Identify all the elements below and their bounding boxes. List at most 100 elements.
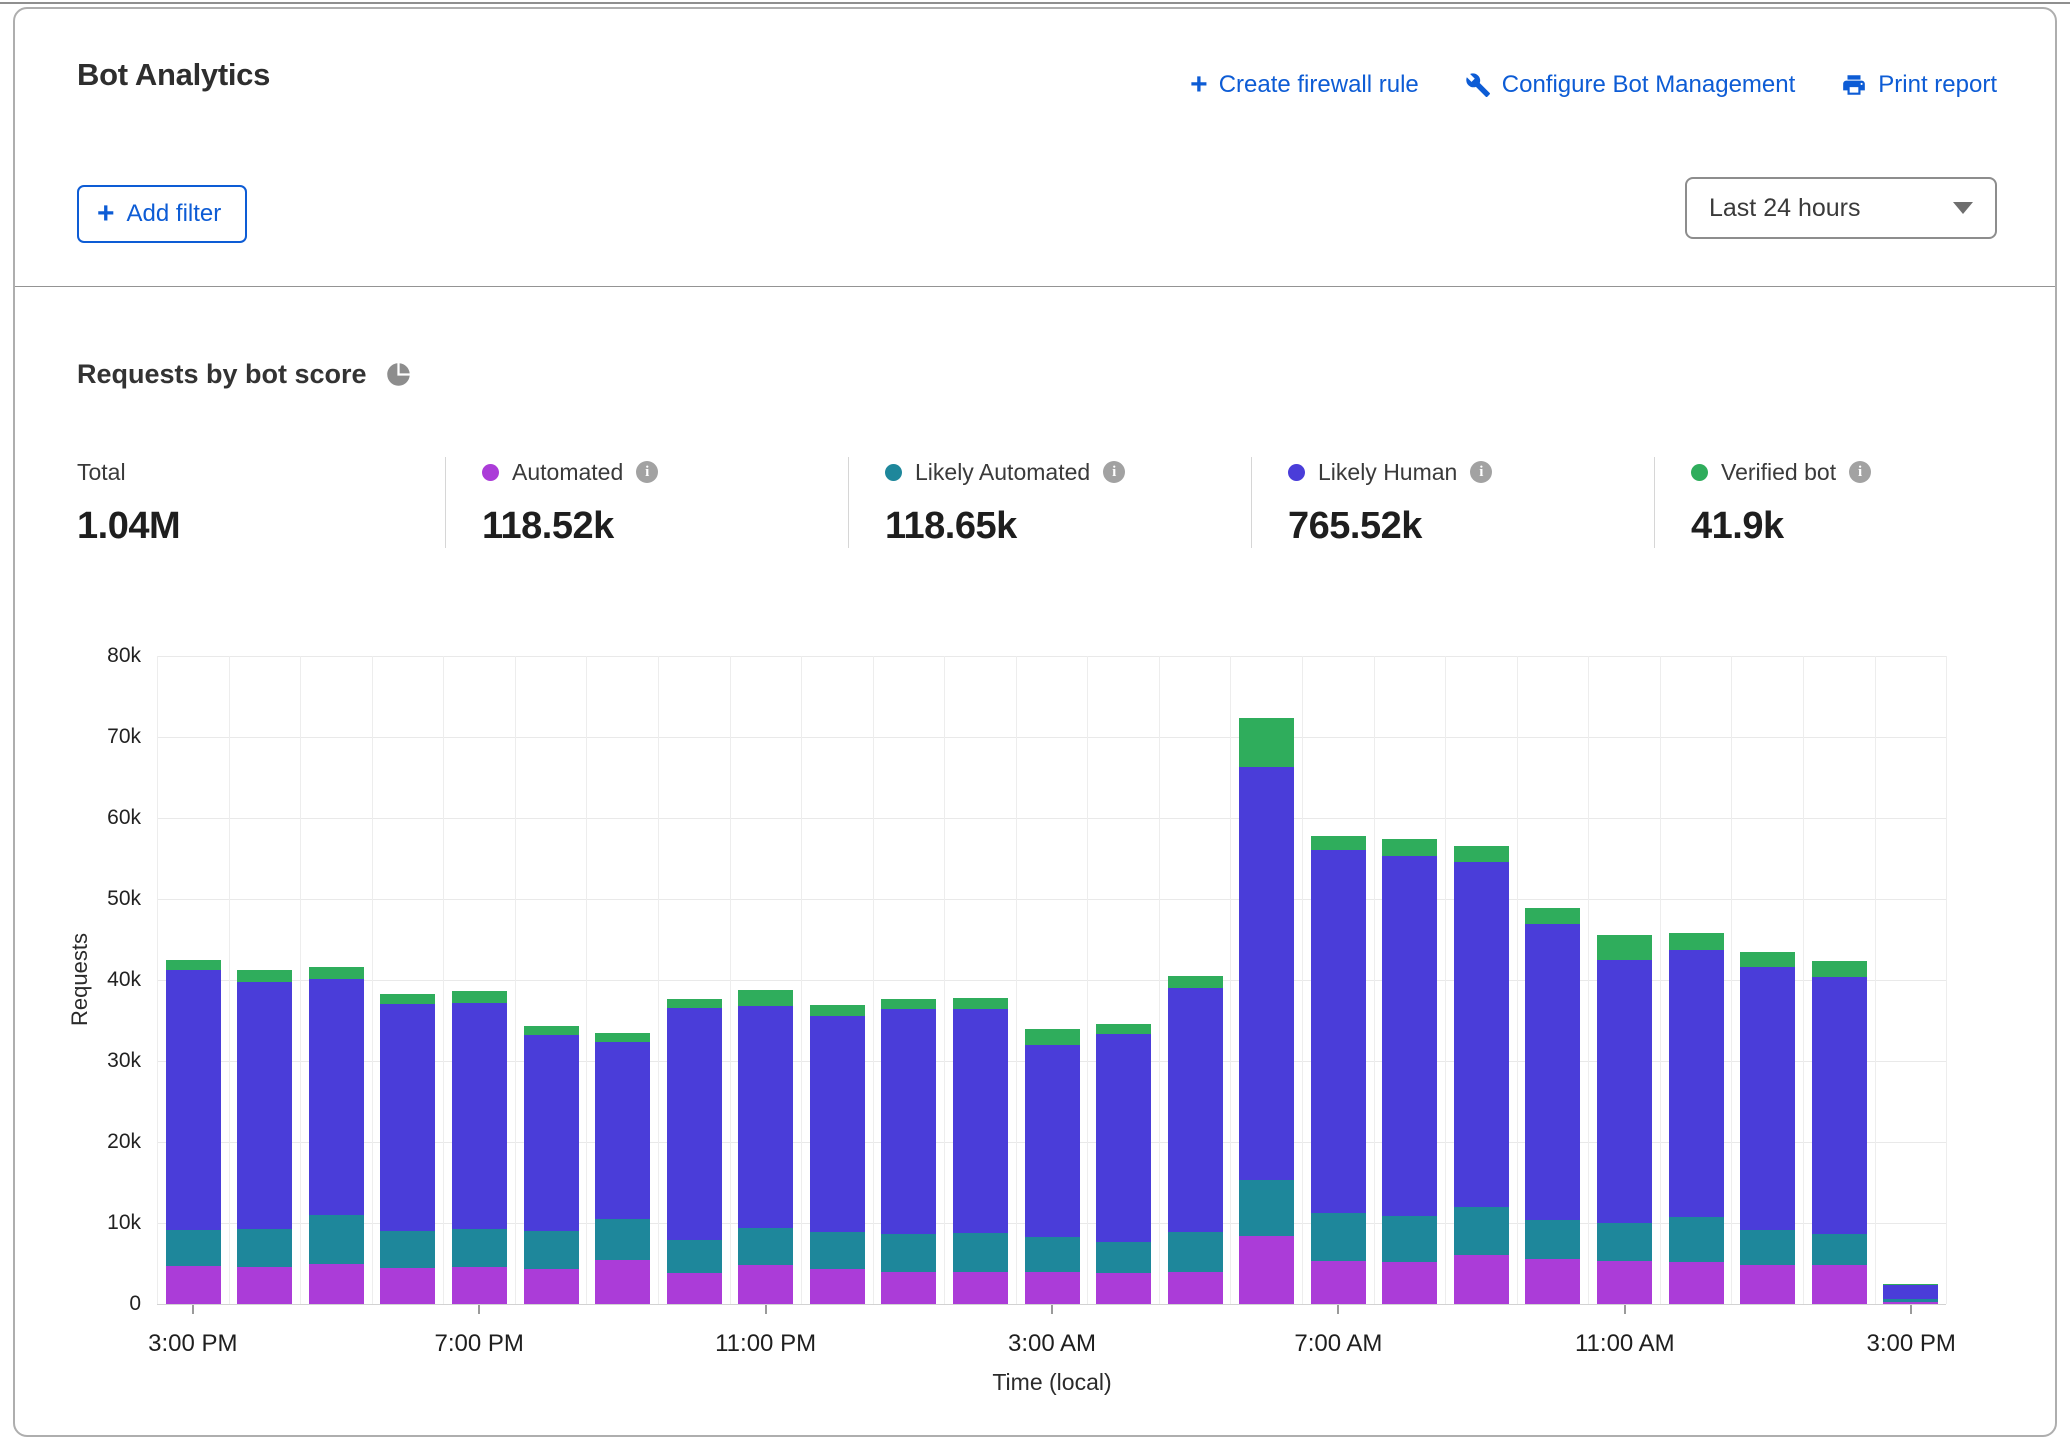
bar-segment-likely-human (1311, 850, 1366, 1213)
bar-segment-likely-human (309, 979, 364, 1215)
stacked-bar[interactable] (595, 1033, 650, 1304)
printer-icon (1841, 72, 1867, 98)
bar-segment-likely-human (1096, 1034, 1151, 1242)
y-tick-label: 20k (107, 1130, 141, 1154)
bar-segment-automated (1096, 1273, 1151, 1304)
bar-segment-likely-human (953, 1009, 1008, 1233)
info-icon[interactable]: i (1470, 461, 1492, 483)
bar-segment-likely-automated (1454, 1207, 1509, 1256)
chart-slot (1517, 656, 1589, 1304)
stacked-bar[interactable] (166, 960, 221, 1304)
stacked-bar[interactable] (1525, 908, 1580, 1304)
bar-segment-likely-human (1454, 862, 1509, 1207)
bar-segment-likely-automated (881, 1234, 936, 1272)
stacked-bar[interactable] (237, 970, 292, 1304)
section-title-row: Requests by bot score (77, 359, 412, 390)
stacked-bar[interactable] (452, 991, 507, 1304)
info-icon[interactable]: i (1103, 461, 1125, 483)
stat-verified-bot: Verified bot i 41.9k (1654, 457, 2057, 548)
bar-segment-automated (309, 1264, 364, 1305)
configure-bot-management-link[interactable]: Configure Bot Management (1465, 71, 1796, 99)
bar-segment-automated (237, 1267, 292, 1304)
stacked-bar[interactable] (667, 999, 722, 1304)
automated-legend-dot (482, 464, 499, 481)
likely-automated-legend-dot (885, 464, 902, 481)
chart-slot (515, 656, 587, 1304)
bar-segment-automated (524, 1269, 579, 1304)
chart-slot (1588, 656, 1660, 1304)
bar-segment-verified-bot (452, 991, 507, 1003)
bar-segment-automated (1525, 1259, 1580, 1304)
chart-slot (157, 656, 229, 1304)
stacked-bar[interactable] (1669, 933, 1724, 1304)
stat-value: 1.04M (77, 505, 445, 548)
add-filter-label: Add filter (127, 200, 222, 228)
stacked-bar[interactable] (1096, 1024, 1151, 1304)
bar-segment-automated (1311, 1261, 1366, 1304)
stacked-bar[interactable] (1812, 961, 1867, 1304)
stacked-bar[interactable] (1740, 952, 1795, 1304)
chart-slot (586, 656, 658, 1304)
stat-likely-automated: Likely Automated i 118.65k (848, 457, 1251, 548)
bar-segment-automated (667, 1273, 722, 1304)
x-tick-mark (765, 1305, 767, 1314)
stacked-bar[interactable] (810, 1005, 865, 1304)
x-tick-mark (1624, 1305, 1626, 1314)
header-actions: + Create firewall rule Configure Bot Man… (1190, 71, 1997, 99)
bar-segment-verified-bot (237, 970, 292, 981)
bar-segment-verified-bot (738, 990, 793, 1006)
bar-segment-likely-human (452, 1003, 507, 1229)
bar-segment-automated (881, 1272, 936, 1304)
bar-segment-likely-human (380, 1004, 435, 1231)
bar-segment-likely-human (1025, 1045, 1080, 1237)
y-tick-label: 40k (107, 968, 141, 992)
bar-segment-likely-automated (1525, 1220, 1580, 1260)
action-label: Create firewall rule (1219, 71, 1419, 99)
stacked-bar[interactable] (1454, 846, 1509, 1304)
time-range-select[interactable]: Last 24 hours (1685, 177, 1997, 239)
stacked-bar[interactable] (309, 967, 364, 1304)
bar-segment-verified-bot (1382, 839, 1437, 856)
stacked-bar[interactable] (524, 1026, 579, 1304)
stacked-bar[interactable] (1311, 836, 1366, 1304)
stacked-bar[interactable] (1883, 1284, 1938, 1304)
stacked-bar[interactable] (1025, 1029, 1080, 1304)
stacked-bar[interactable] (1597, 935, 1652, 1304)
stat-label: Total (77, 459, 126, 486)
bar-segment-automated (1239, 1236, 1294, 1304)
stacked-bar[interactable] (953, 998, 1008, 1304)
chart-slot (1445, 656, 1517, 1304)
bar-segment-likely-automated (1025, 1237, 1080, 1273)
print-report-link[interactable]: Print report (1841, 71, 1997, 99)
stat-value: 41.9k (1691, 505, 2057, 548)
bar-segment-likely-human (667, 1008, 722, 1240)
bar-segment-verified-bot (380, 994, 435, 1005)
bar-segment-likely-human (1740, 967, 1795, 1230)
bar-segment-verified-bot (1597, 935, 1652, 960)
y-axis-labels: 010k20k30k40k50k60k70k80k (15, 656, 141, 1304)
chart-slot (1302, 656, 1374, 1304)
bar-segment-likely-automated (1311, 1213, 1366, 1261)
bar-segment-verified-bot (667, 999, 722, 1009)
chevron-down-icon (1953, 202, 1973, 214)
info-icon[interactable]: i (1849, 461, 1871, 483)
stacked-bar[interactable] (1168, 976, 1223, 1304)
stacked-bar[interactable] (1239, 718, 1294, 1304)
bar-segment-automated (452, 1267, 507, 1304)
stacked-bar[interactable] (380, 994, 435, 1304)
bar-segment-automated (810, 1269, 865, 1304)
stacked-bar[interactable] (881, 999, 936, 1304)
y-tick-label: 60k (107, 806, 141, 830)
create-firewall-rule-link[interactable]: + Create firewall rule (1190, 71, 1419, 99)
stacked-bar[interactable] (738, 990, 793, 1304)
action-label: Configure Bot Management (1502, 71, 1796, 99)
bar-segment-verified-bot (1311, 836, 1366, 851)
plus-icon: + (1190, 74, 1208, 96)
wrench-icon (1465, 72, 1491, 98)
add-filter-button[interactable]: + Add filter (77, 185, 247, 243)
stacked-bar[interactable] (1382, 839, 1437, 1304)
y-tick-label: 10k (107, 1211, 141, 1235)
chart-slot (1731, 656, 1803, 1304)
bar-segment-verified-bot (1669, 933, 1724, 950)
info-icon[interactable]: i (636, 461, 658, 483)
